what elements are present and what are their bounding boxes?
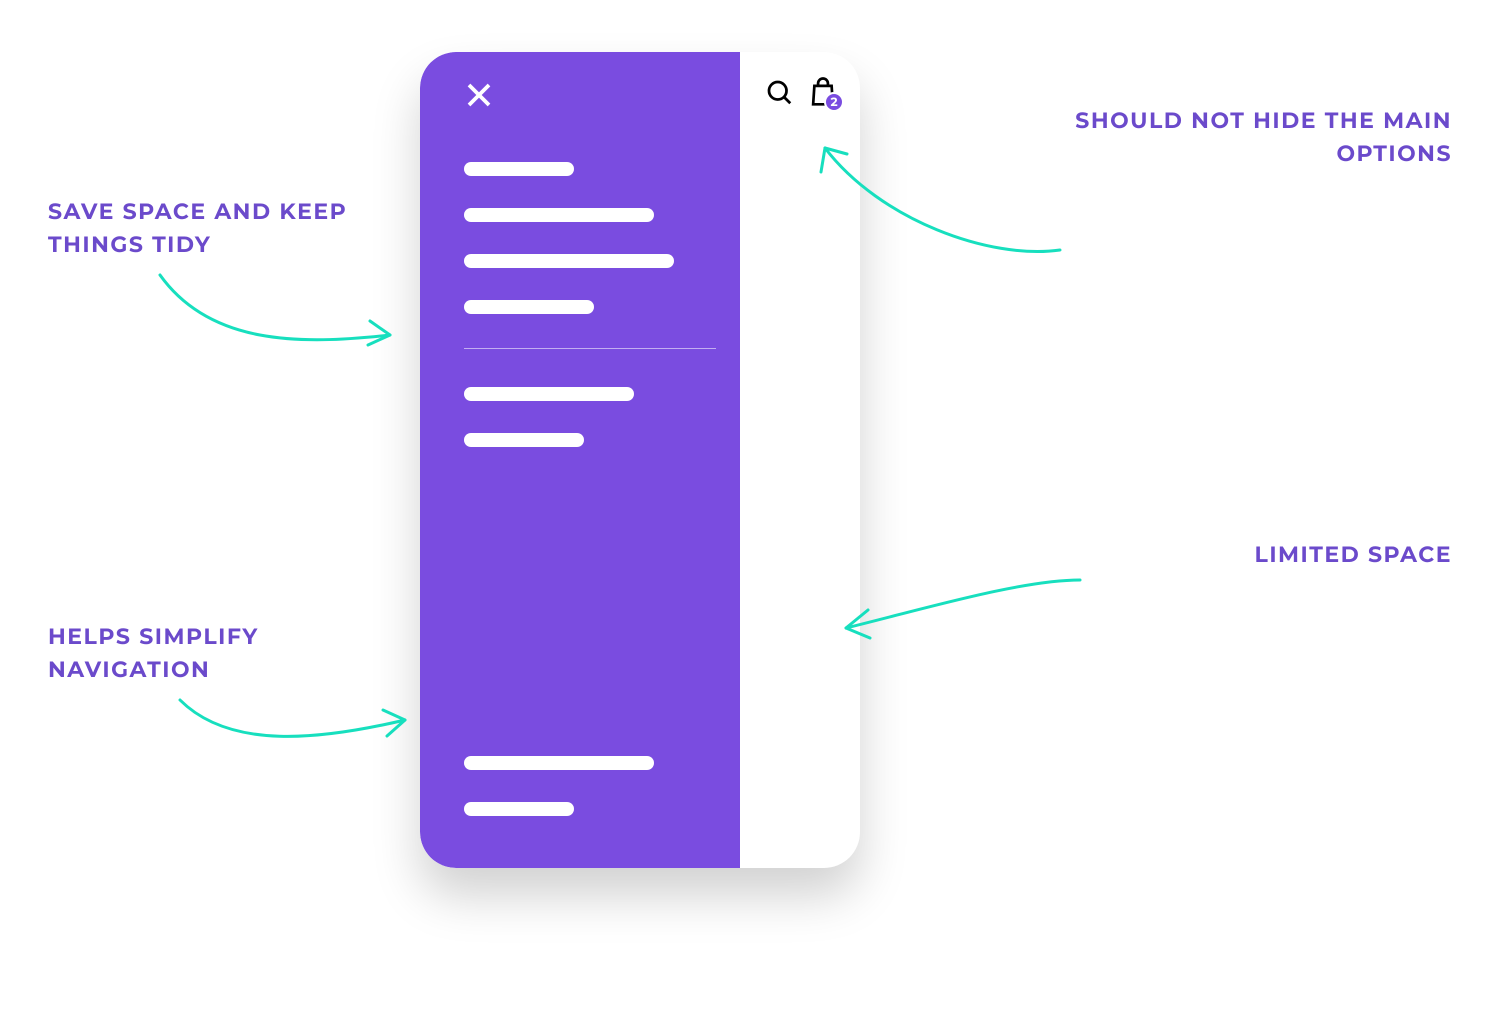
annotation-save-space: SAVE SPACE AND KEEP THINGS TIDY — [48, 195, 368, 261]
drawer-item[interactable] — [464, 208, 654, 222]
annotation-simplify: HELPS SIMPLIFY NAVIGATION — [48, 620, 368, 686]
cart-badge: 2 — [824, 92, 844, 112]
arrow-not-hide — [810, 130, 1070, 270]
drawer-footer-group — [464, 756, 654, 816]
shopping-bag-icon[interactable]: 2 — [808, 76, 838, 108]
drawer-divider — [464, 348, 716, 349]
drawer-primary-group — [464, 162, 710, 314]
drawer-item[interactable] — [464, 254, 674, 268]
drawer-item[interactable] — [464, 756, 654, 770]
annotation-not-hide: SHOULD NOT HIDE THE MAIN OPTIONS — [1012, 104, 1452, 170]
drawer-secondary-group — [464, 387, 710, 447]
arrow-limited — [830, 570, 1090, 700]
phone-mock: 2 — [420, 52, 860, 868]
drawer-item[interactable] — [464, 387, 634, 401]
search-icon[interactable] — [764, 77, 794, 107]
phone-topbar: 2 — [764, 76, 838, 108]
arrow-save-space — [150, 265, 410, 375]
drawer-item[interactable] — [464, 802, 574, 816]
annotation-limited: LIMITED SPACE — [1092, 538, 1452, 571]
close-icon[interactable] — [464, 80, 710, 110]
arrow-simplify — [170, 690, 420, 770]
nav-drawer — [420, 52, 740, 868]
drawer-item[interactable] — [464, 300, 594, 314]
drawer-item[interactable] — [464, 433, 584, 447]
drawer-item[interactable] — [464, 162, 574, 176]
